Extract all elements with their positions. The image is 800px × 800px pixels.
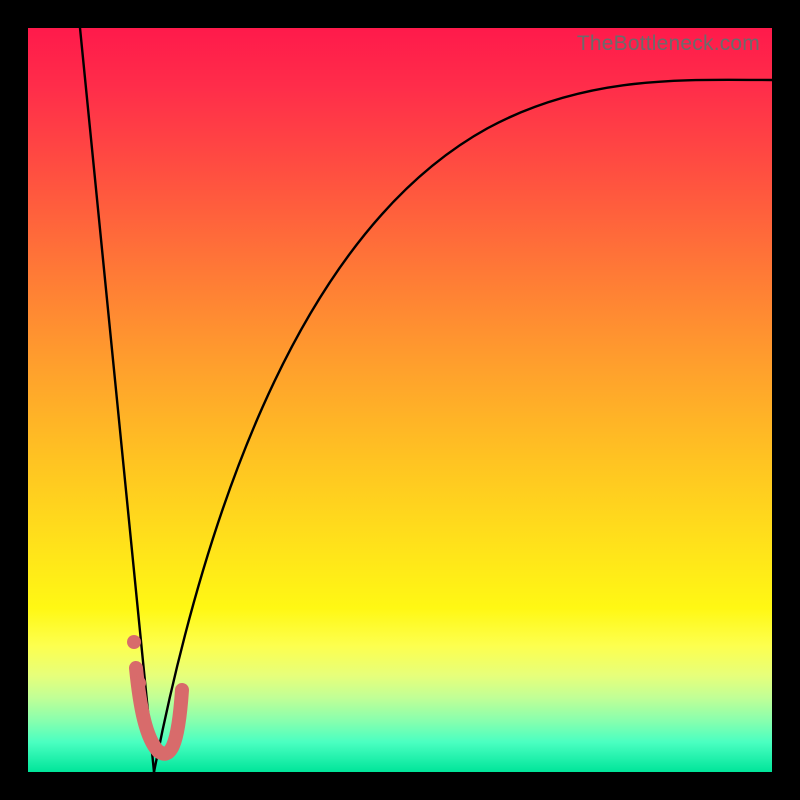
- dot-lower: [132, 676, 146, 690]
- chart-frame: TheBottleneck.com: [0, 0, 800, 800]
- dot-upper: [127, 635, 141, 649]
- plot-area: TheBottleneck.com: [28, 28, 772, 772]
- chart-curves: [28, 28, 772, 772]
- curve-right-branch: [154, 80, 772, 772]
- curve-left-branch: [80, 28, 154, 772]
